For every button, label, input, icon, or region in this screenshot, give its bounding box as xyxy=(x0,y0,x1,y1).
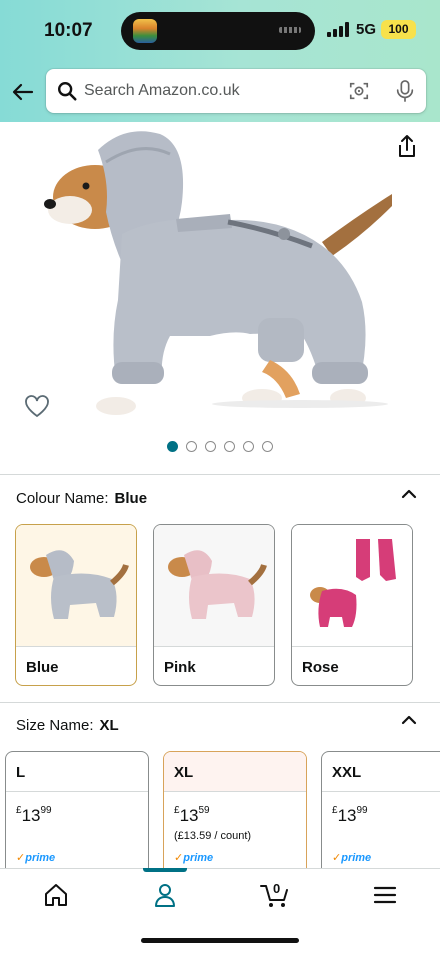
colour-option-label: Rose xyxy=(292,646,412,685)
size-option-price: £1359 xyxy=(174,805,210,825)
pager-dot[interactable] xyxy=(205,441,216,452)
size-option-name: XXL xyxy=(322,752,440,792)
divider xyxy=(0,474,440,475)
camera-search-icon[interactable] xyxy=(348,80,370,102)
search-input[interactable]: Search Amazon.co.uk xyxy=(84,82,240,100)
account-icon[interactable] xyxy=(151,881,179,909)
activity-indicator-icon xyxy=(279,27,301,33)
search-bar[interactable]: Search Amazon.co.uk xyxy=(46,69,426,113)
menu-icon[interactable] xyxy=(371,881,399,909)
home-indicator xyxy=(141,938,299,943)
size-option-xl[interactable]: XL £1359 (£13.59 / count) ✓prime xyxy=(163,751,307,881)
colour-option-rose[interactable]: Rose xyxy=(291,524,413,686)
prime-badge: ✓prime xyxy=(332,852,372,864)
chevron-up-icon[interactable] xyxy=(401,489,417,499)
divider xyxy=(0,702,440,703)
product-image-carousel[interactable] xyxy=(0,122,440,474)
colour-thumbnail xyxy=(154,525,274,646)
cellular-signal-icon xyxy=(327,22,349,37)
size-option-name: L xyxy=(6,752,148,792)
pager-dot[interactable] xyxy=(243,441,254,452)
colour-option-blue[interactable]: Blue xyxy=(15,524,137,686)
pager-dot[interactable] xyxy=(224,441,235,452)
active-tab-indicator xyxy=(143,868,187,872)
product-image xyxy=(44,131,392,415)
pager-dot[interactable] xyxy=(262,441,273,452)
colour-thumbnail xyxy=(16,525,136,646)
share-icon[interactable] xyxy=(396,134,418,158)
app-activity-icon xyxy=(133,19,157,43)
back-arrow-icon[interactable] xyxy=(11,80,35,104)
cart-button[interactable]: 0 xyxy=(259,881,291,909)
size-option-l[interactable]: L £1399 ✓prime xyxy=(5,751,149,881)
size-option-xxl[interactable]: XXL £1399 ✓prime xyxy=(321,751,440,881)
colour-selected-value: Blue xyxy=(114,490,148,507)
size-option-price: £1399 xyxy=(16,805,52,825)
prime-badge: ✓prime xyxy=(16,852,56,864)
search-icon xyxy=(58,82,77,101)
home-icon[interactable] xyxy=(42,881,70,909)
unit-price: (£13.59 / count) xyxy=(174,830,252,842)
image-pager[interactable] xyxy=(167,441,273,453)
pager-dot[interactable] xyxy=(186,441,197,452)
battery-icon: 100 xyxy=(381,20,416,39)
colour-label: Colour Name: xyxy=(16,490,109,507)
size-heading: Size Name: XL xyxy=(16,717,119,734)
pager-dot[interactable] xyxy=(167,441,178,452)
status-time: 10:07 xyxy=(44,20,93,41)
size-label: Size Name: xyxy=(16,717,94,734)
size-option-name: XL xyxy=(164,752,306,792)
prime-badge: ✓prime xyxy=(174,852,214,864)
network-type: 5G xyxy=(356,21,377,38)
colour-option-label: Blue xyxy=(16,646,136,685)
top-header: 10:07 5G 100 Search Amazon.co.uk xyxy=(0,0,440,122)
size-selected-value: XL xyxy=(99,717,119,734)
colour-thumbnail xyxy=(292,525,412,646)
chevron-up-icon[interactable] xyxy=(401,715,417,725)
size-option-price: £1399 xyxy=(332,805,368,825)
cart-count: 0 xyxy=(273,881,281,896)
colour-option-pink[interactable]: Pink xyxy=(153,524,275,686)
wishlist-heart-icon[interactable] xyxy=(24,394,50,418)
microphone-icon[interactable] xyxy=(394,79,416,103)
colour-option-label: Pink xyxy=(154,646,274,685)
colour-heading: Colour Name: Blue xyxy=(16,490,147,507)
dynamic-island xyxy=(121,12,315,50)
